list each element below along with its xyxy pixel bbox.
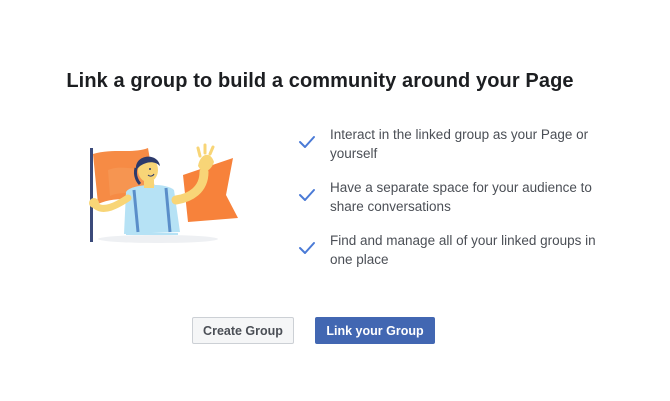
- person-waving-flag-illustration: [78, 140, 248, 250]
- checkmark-icon: [299, 136, 315, 148]
- list-item: Have a separate space for your audience …: [298, 178, 618, 231]
- checkmark-icon: [299, 242, 315, 254]
- create-group-button[interactable]: Create Group: [192, 317, 294, 344]
- list-item: Find and manage all of your linked group…: [298, 231, 618, 284]
- benefit-text: Find and manage all of your linked group…: [330, 233, 596, 267]
- benefit-text: Interact in the linked group as your Pag…: [330, 127, 589, 161]
- benefit-text: Have a separate space for your audience …: [330, 180, 592, 214]
- checkmark-icon: [299, 189, 315, 201]
- page-title: Link a group to build a community around…: [66, 70, 574, 92]
- link-group-button[interactable]: Link your Group: [315, 317, 435, 344]
- link-group-dialog: Link a group to build a community around…: [0, 0, 670, 401]
- benefit-list: Interact in the linked group as your Pag…: [298, 125, 618, 284]
- list-item: Interact in the linked group as your Pag…: [298, 125, 618, 178]
